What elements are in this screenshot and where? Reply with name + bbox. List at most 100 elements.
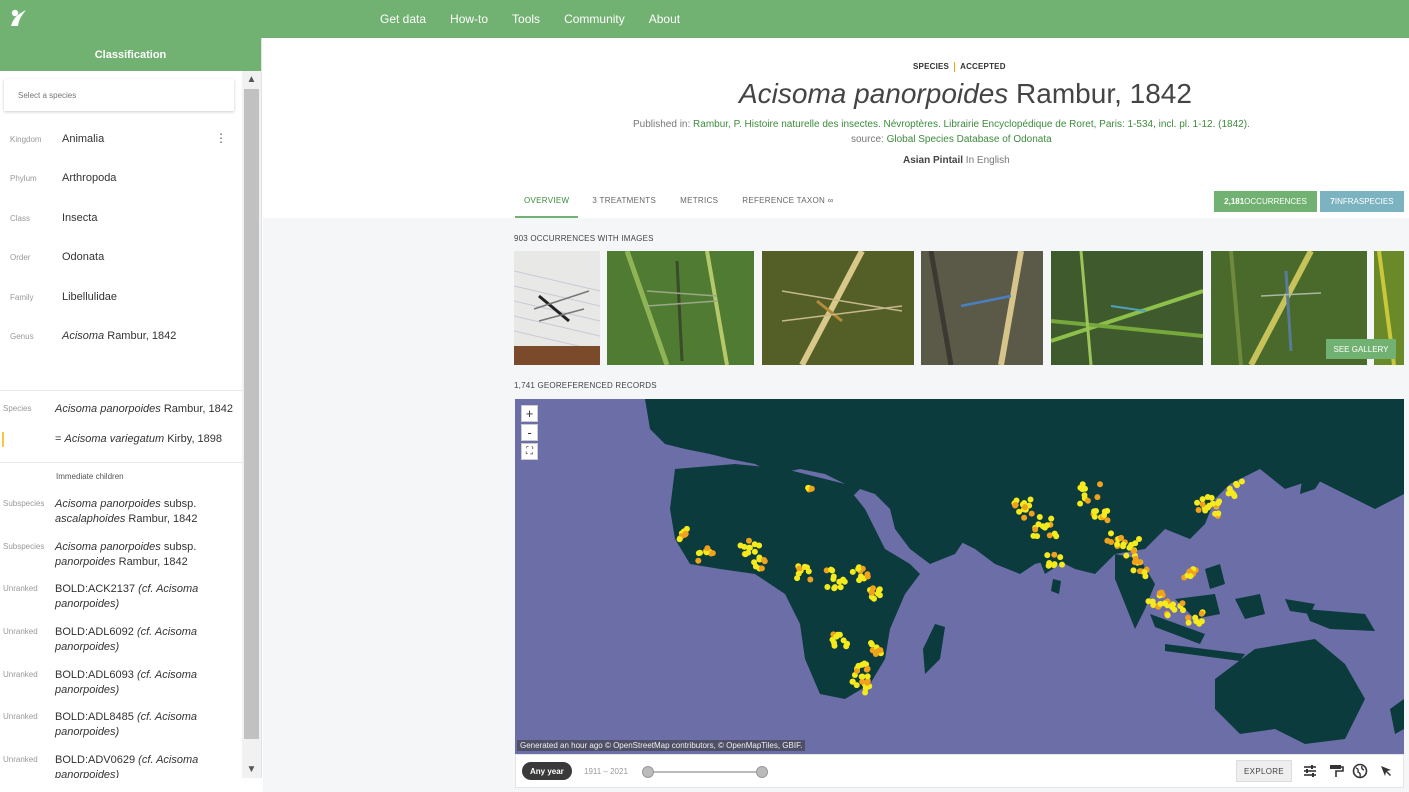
occurrence-dot	[1194, 499, 1201, 506]
occurrence-dot	[831, 642, 838, 649]
map-attribution: Generated an hour ago © OpenStreetMap co…	[517, 740, 806, 751]
rank-value[interactable]: Arthropoda	[62, 172, 116, 184]
occurrence-dot	[864, 665, 871, 672]
nav-how-to[interactable]: How-to	[450, 12, 488, 26]
child-epithet: ascalaphoides	[55, 513, 126, 525]
any-year-button[interactable]: Any year	[522, 762, 572, 780]
child-item[interactable]: Unranked BOLD:ADL6093 (cf. Acisoma panorp…	[0, 668, 243, 698]
rank-row-phylum[interactable]: Phylum Arthropoda	[0, 168, 243, 188]
rank-row-order[interactable]: Order Odonata	[0, 247, 243, 267]
year-slider-max-handle[interactable]	[756, 766, 768, 778]
zoom-out-button[interactable]: -	[521, 424, 538, 441]
child-code: BOLD:ACK2137	[55, 583, 136, 595]
rank-value[interactable]: Odonata	[62, 251, 104, 263]
tab-metrics[interactable]: METRICS	[680, 184, 718, 218]
child-value[interactable]: BOLD:ADL6092 (cf. Acisoma panorpoides)	[55, 625, 197, 655]
child-value[interactable]: BOLD:ADL6093 (cf. Acisoma panorpoides)	[55, 668, 197, 698]
occurrence-dot	[742, 551, 749, 558]
occurrence-dot	[676, 536, 683, 543]
child-item[interactable]: Subspecies Acisoma panorpoides subsp. pa…	[0, 540, 243, 570]
sidebar-scrollbar[interactable]: ▲ ▼	[242, 71, 261, 778]
occurrence-dot	[1114, 541, 1121, 548]
source-link[interactable]: Global Species Database of Odonata	[887, 134, 1052, 145]
nav-about[interactable]: About	[649, 12, 680, 26]
child-value[interactable]: BOLD:ADL8485 (cf. Acisoma panorpoides)	[55, 710, 197, 740]
chevron-up-icon[interactable]: ▲	[242, 71, 261, 88]
year-slider-min-handle[interactable]	[642, 766, 654, 778]
child-value[interactable]: Acisoma panorpoides subsp. ascalaphoides…	[55, 497, 198, 527]
occurrence-dot	[704, 545, 711, 552]
occurrence-map[interactable]: + - ⛶ Generated an hour ago © OpenStreet…	[515, 399, 1404, 754]
synonym-row[interactable]: = Acisoma variegatum Kirby, 1898	[0, 432, 243, 447]
child-value[interactable]: BOLD:ADV0629 (cf. Acisoma panorpoides)	[55, 753, 198, 778]
child-item[interactable]: Unranked BOLD:ADL6092 (cf. Acisoma panorp…	[0, 625, 243, 655]
species-row[interactable]: Species Acisoma panorpoides Rambur, 1842	[0, 402, 243, 417]
fullscreen-icon[interactable]: ⛶	[521, 443, 538, 460]
child-cf: (cf. Acisoma	[135, 754, 199, 766]
child-value[interactable]: BOLD:ACK2137 (cf. Acisoma panorpoides)	[55, 582, 198, 612]
rank-row-class[interactable]: Class Insecta	[0, 208, 243, 228]
chevron-down-icon[interactable]: ▼	[242, 761, 261, 778]
rank-row-genus[interactable]: Genus Acisoma Rambur, 1842	[0, 326, 243, 346]
scrollbar-thumb[interactable]	[244, 89, 259, 739]
species-search-box[interactable]	[4, 79, 234, 111]
occurrence-dot	[1212, 510, 1219, 517]
nav-community[interactable]: Community	[564, 12, 625, 26]
paint-roller-icon[interactable]	[1328, 763, 1344, 779]
occurrence-dot	[1036, 514, 1043, 520]
occurrence-dot	[1156, 590, 1163, 597]
top-navigation-bar: Get data How-to Tools Community About	[0, 0, 1409, 38]
rank-value[interactable]: Insecta	[62, 212, 97, 224]
map-heading: 1,741 GEOREFERENCED RECORDS	[514, 381, 657, 390]
rank-label: Unranked	[3, 584, 38, 593]
occurrence-image[interactable]	[1051, 251, 1203, 365]
rank-value[interactable]: Acisoma Rambur, 1842	[62, 330, 176, 342]
source-line: source: Global Species Database of Odona…	[851, 134, 1052, 145]
filter-settings-icon[interactable]	[1302, 763, 1318, 779]
occurrence-dot	[841, 578, 848, 585]
infraspecies-button[interactable]: 7 INFRASPECIES	[1320, 191, 1404, 212]
occurrences-button[interactable]: 2,181 OCCURRENCES	[1214, 191, 1317, 212]
taxon-status: SPECIES ACCEPTED	[913, 62, 1006, 72]
map-controls: Any year 1911 – 2021 EXPLORE	[515, 754, 1404, 788]
child-item[interactable]: Unranked BOLD:ADL8485 (cf. Acisoma panorp…	[0, 710, 243, 740]
species-value[interactable]: Acisoma panorpoides Rambur, 1842	[55, 402, 233, 417]
rank-value[interactable]: Libellulidae	[62, 291, 117, 303]
occurrence-image[interactable]	[607, 251, 754, 365]
tab-treatments[interactable]: 3 TREATMENTS	[592, 184, 656, 218]
tab-reference-taxon[interactable]: REFERENCE TAXON ∞	[742, 184, 833, 218]
pointer-select-icon[interactable]	[1378, 763, 1394, 779]
nav-get-data[interactable]: Get data	[380, 12, 426, 26]
gbif-logo-icon[interactable]	[6, 6, 30, 30]
see-gallery-button[interactable]: SEE GALLERY	[1326, 339, 1396, 359]
occurrence-dot	[1209, 500, 1216, 507]
synonym-value[interactable]: = Acisoma variegatum Kirby, 1898	[55, 432, 222, 447]
child-item[interactable]: Subspecies Acisoma panorpoides subsp. as…	[0, 497, 243, 527]
published-reference-link[interactable]: Rambur, P. Histoire naturelle des insect…	[693, 119, 1250, 130]
immediate-children-heading: Immediate children	[56, 472, 124, 481]
species-header: SPECIES ACCEPTED Acisoma panorpoides Ramb…	[263, 38, 1409, 218]
occurrence-dot	[682, 530, 689, 537]
nav-tools[interactable]: Tools	[512, 12, 540, 26]
rank-row-kingdom[interactable]: Kingdom Animalia ⋮	[0, 129, 243, 149]
occurrence-dot	[849, 678, 856, 685]
child-item[interactable]: Unranked BOLD:ACK2137 (cf. Acisoma panorp…	[0, 582, 243, 612]
child-item[interactable]: Unranked BOLD:ADV0629 (cf. Acisoma panorp…	[0, 753, 243, 778]
explore-button[interactable]: EXPLORE	[1236, 760, 1292, 782]
rank-row-family[interactable]: Family Libellulidae	[0, 287, 243, 307]
tab-overview[interactable]: OVERVIEW	[515, 184, 579, 218]
year-slider-track[interactable]	[647, 771, 765, 773]
occurrence-dot	[1185, 619, 1192, 626]
occurrence-dot	[1198, 618, 1205, 625]
rank-value[interactable]: Animalia	[62, 133, 104, 145]
occurrence-dot	[1199, 496, 1206, 503]
globe-icon[interactable]	[1352, 763, 1368, 779]
occurrence-image[interactable]	[514, 251, 600, 365]
species-search-input[interactable]	[4, 79, 234, 111]
occurrence-image[interactable]	[762, 251, 914, 365]
zoom-in-button[interactable]: +	[521, 405, 538, 422]
occurrence-image[interactable]	[921, 251, 1043, 365]
rank-label: Kingdom	[10, 134, 42, 144]
more-options-icon[interactable]: ⋮	[215, 131, 227, 145]
child-value[interactable]: Acisoma panorpoides subsp. panorpoides R…	[55, 540, 196, 570]
